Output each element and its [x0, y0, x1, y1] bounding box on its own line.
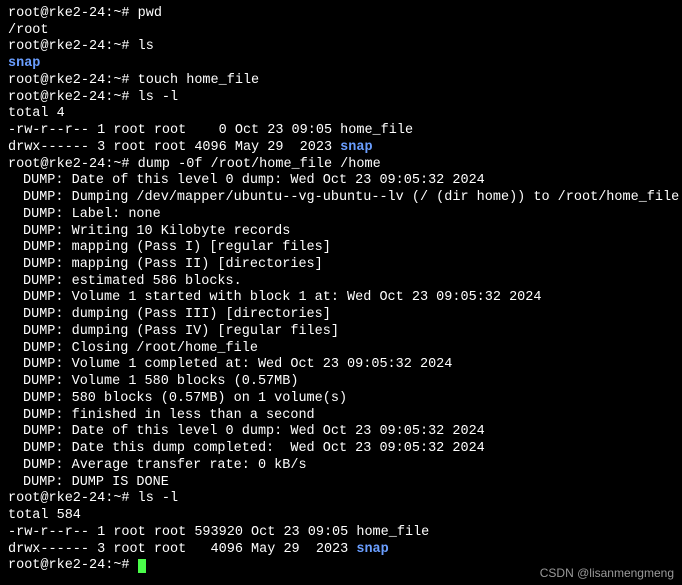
- cursor-block: [138, 559, 146, 573]
- dir-snap: snap: [8, 56, 40, 71]
- dump-line: DUMP: DUMP IS DONE: [8, 475, 674, 492]
- dump-line: DUMP: mapping (Pass I) [regular files]: [8, 240, 674, 257]
- shell-prompt: root@rke2-24:~#: [8, 558, 138, 573]
- dump-line: DUMP: Date of this level 0 dump: Wed Oct…: [8, 173, 674, 190]
- dump-line: DUMP: mapping (Pass II) [directories]: [8, 257, 674, 274]
- dump-line: DUMP: 580 blocks (0.57MB) on 1 volume(s): [8, 391, 674, 408]
- prompt-line: root@rke2-24:~# ls: [8, 39, 674, 56]
- row-prefix: drwx------ 3 root root 4096 May 29 2023: [8, 140, 340, 155]
- dump-output-block: DUMP: Date of this level 0 dump: Wed Oct…: [8, 173, 674, 491]
- shell-prompt: root@rke2-24:~#: [8, 90, 138, 105]
- dump-line: DUMP: Label: none: [8, 207, 674, 224]
- command-text: touch home_file: [138, 73, 260, 88]
- shell-prompt: root@rke2-24:~#: [8, 39, 138, 54]
- dump-line: DUMP: Average transfer rate: 0 kB/s: [8, 458, 674, 475]
- command-text: ls -l: [138, 90, 179, 105]
- dump-line: DUMP: Dumping /dev/mapper/ubuntu--vg-ubu…: [8, 190, 674, 207]
- row-prefix: drwx------ 3 root root 4096 May 29 2023: [8, 542, 356, 557]
- dump-line: DUMP: estimated 586 blocks.: [8, 274, 674, 291]
- shell-prompt: root@rke2-24:~#: [8, 6, 138, 21]
- dump-line: DUMP: Volume 1 started with block 1 at: …: [8, 290, 674, 307]
- dump-line: DUMP: Closing /root/home_file: [8, 341, 674, 358]
- dump-line: DUMP: dumping (Pass III) [directories]: [8, 307, 674, 324]
- shell-prompt: root@rke2-24:~#: [8, 73, 138, 88]
- file-row: drwx------ 3 root root 4096 May 29 2023 …: [8, 542, 674, 559]
- prompt-line: root@rke2-24:~# touch home_file: [8, 73, 674, 90]
- command-text: dump -0f /root/home_file /home: [138, 157, 381, 172]
- prompt-line: root@rke2-24:~# ls -l: [8, 90, 674, 107]
- output-line: snap: [8, 56, 674, 73]
- output-line: total 4: [8, 106, 674, 123]
- shell-prompt: root@rke2-24:~#: [8, 491, 138, 506]
- shell-prompt: root@rke2-24:~#: [8, 157, 138, 172]
- terminal-output[interactable]: root@rke2-24:~# pwd /root root@rke2-24:~…: [8, 6, 674, 575]
- output-line: /root: [8, 23, 674, 40]
- prompt-line: root@rke2-24:~# pwd: [8, 6, 674, 23]
- command-text: pwd: [138, 6, 162, 21]
- watermark-text: CSDN @lisanmengmeng: [540, 566, 674, 581]
- file-row: drwx------ 3 root root 4096 May 29 2023 …: [8, 140, 674, 157]
- dump-line: DUMP: Volume 1 580 blocks (0.57MB): [8, 374, 674, 391]
- prompt-line: root@rke2-24:~# dump -0f /root/home_file…: [8, 157, 674, 174]
- file-row: -rw-r--r-- 1 root root 0 Oct 23 09:05 ho…: [8, 123, 674, 140]
- dir-snap: snap: [356, 542, 388, 557]
- dump-line: DUMP: Date this dump completed: Wed Oct …: [8, 441, 674, 458]
- command-text: ls: [138, 39, 154, 54]
- dump-line: DUMP: finished in less than a second: [8, 408, 674, 425]
- dir-snap: snap: [340, 140, 372, 155]
- dump-line: DUMP: dumping (Pass IV) [regular files]: [8, 324, 674, 341]
- command-text: ls -l: [138, 491, 179, 506]
- prompt-line: root@rke2-24:~# ls -l: [8, 491, 674, 508]
- dump-line: DUMP: Volume 1 completed at: Wed Oct 23 …: [8, 357, 674, 374]
- dump-line: DUMP: Date of this level 0 dump: Wed Oct…: [8, 424, 674, 441]
- file-row: -rw-r--r-- 1 root root 593920 Oct 23 09:…: [8, 525, 674, 542]
- output-line: total 584: [8, 508, 674, 525]
- dump-line: DUMP: Writing 10 Kilobyte records: [8, 224, 674, 241]
